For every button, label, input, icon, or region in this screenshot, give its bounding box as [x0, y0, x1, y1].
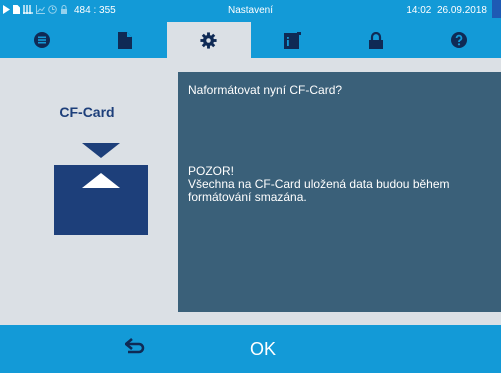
clock: 14:02 26.09.2018 [406, 5, 487, 16]
warning-text: Všechna na CF-Card uložená data budou bě… [188, 177, 450, 204]
device-label: CF-Card [59, 104, 115, 120]
tab-help[interactable] [418, 22, 501, 58]
menu-list-icon [33, 32, 50, 48]
tab-bar [0, 22, 501, 58]
status-bar: 484 : 355 Nastavení 14:02 26.09.2018 [0, 0, 501, 22]
bottom-bar: OK [0, 325, 501, 373]
help-icon [451, 32, 468, 48]
back-arrow-icon [123, 337, 147, 361]
app-frame: 484 : 355 Nastavení 14:02 26.09.2018 CF-… [0, 0, 501, 373]
tab-lock[interactable] [334, 22, 418, 58]
lock-icon [368, 31, 383, 49]
time: 14:02 [406, 5, 432, 16]
back-button[interactable] [96, 325, 176, 373]
date: 26.09.2018 [436, 5, 487, 16]
tab-settings[interactable] [167, 22, 251, 58]
document-icon [118, 31, 133, 49]
message-panel: Naformátovat nyní CF-Card? POZOR! Všechn… [178, 72, 501, 312]
tab-log[interactable] [251, 22, 335, 58]
cf-card-eject-icon [54, 143, 148, 235]
ok-button[interactable]: OK [218, 325, 308, 373]
confirmation-question: Naformátovat nyní CF-Card? [188, 83, 343, 97]
network-indicator [492, 0, 501, 18]
log-book-icon [283, 31, 301, 49]
gear-icon [200, 31, 217, 49]
tab-menu[interactable] [0, 22, 84, 58]
tab-programs[interactable] [84, 22, 168, 58]
